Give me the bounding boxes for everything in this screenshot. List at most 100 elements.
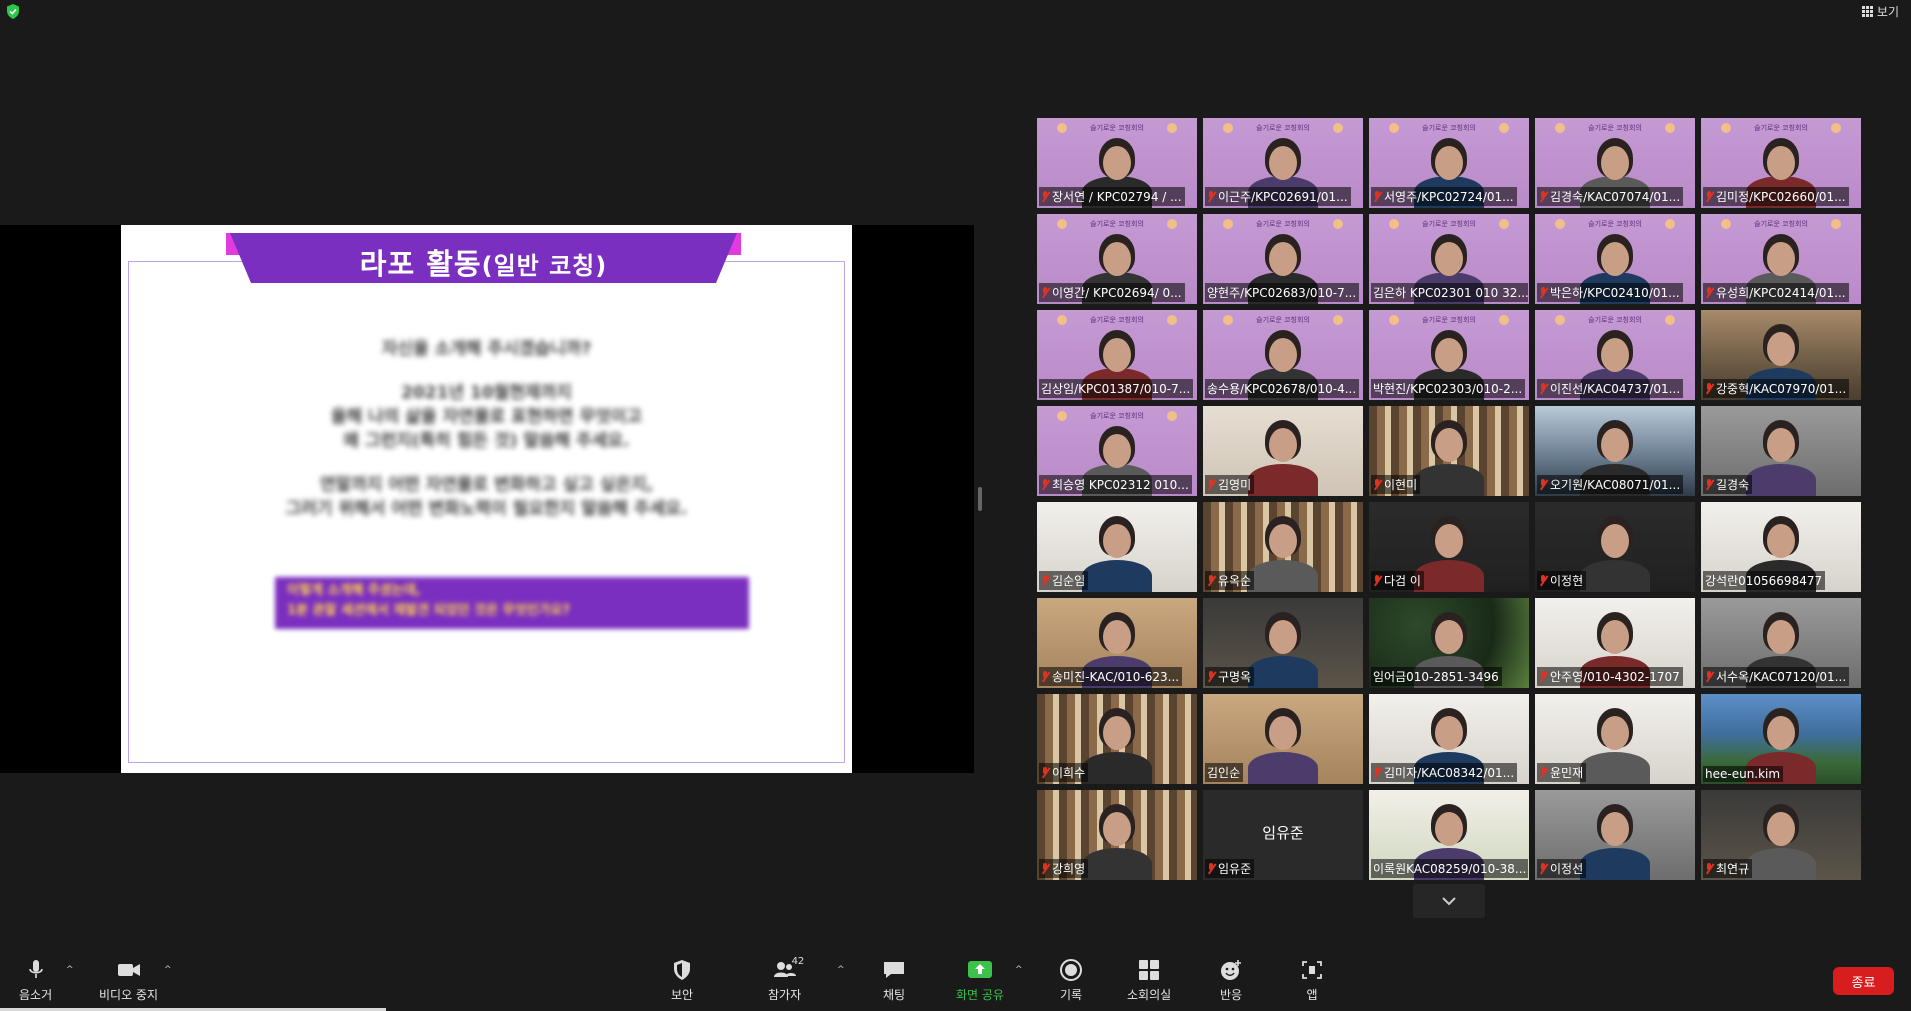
apps-button[interactable]: 앱 [1300, 959, 1324, 1003]
grid-icon [1861, 6, 1873, 17]
muted-microphone-icon [1041, 863, 1050, 874]
participant-tile[interactable]: 슬기로운 코칭회의 이진선/KAC04737/01... [1535, 310, 1695, 400]
participant-tile[interactable]: 강희영 [1037, 790, 1197, 880]
participant-tile[interactable]: 유옥순 [1203, 502, 1363, 592]
participant-tile[interactable]: 슬기로운 코칭회의 김은하 KPC02301 010 32... [1369, 214, 1529, 304]
participant-name-tag: 구명옥 [1205, 667, 1255, 686]
participant-tile[interactable]: 김인순 [1203, 694, 1363, 784]
participant-tile[interactable]: 이록원KAC08259/010-38... [1369, 790, 1529, 880]
view-button[interactable]: 보기 [1861, 3, 1899, 20]
gallery-next-page-button[interactable] [1413, 884, 1485, 918]
chat-bubble-icon [884, 962, 904, 978]
microphone-icon [28, 960, 43, 978]
participant-name-tag: 박현진/KPC02303/010-2... [1371, 379, 1526, 398]
participant-tile[interactable]: 윤민재 [1535, 694, 1695, 784]
participant-tile[interactable]: 슬기로운 코칭회의최승영 KPC02312 010... [1037, 406, 1197, 496]
participant-name-tag: 이진선/KAC04737/01... [1537, 379, 1684, 398]
end-meeting-button[interactable]: 종료 [1833, 967, 1894, 995]
participant-tile[interactable]: 이정선 [1535, 790, 1695, 880]
participant-tile[interactable]: 이현미 [1369, 406, 1529, 496]
participant-tile[interactable]: 오기원/KAC08071/01... [1535, 406, 1695, 496]
participant-name-tag: 송미진-KAC/010-623... [1039, 667, 1183, 686]
breakout-rooms-button[interactable]: 소회의실 [1127, 959, 1171, 1003]
participant-video-face [1269, 524, 1297, 558]
share-options-caret[interactable]: ^ [1015, 965, 1023, 975]
muted-microphone-icon [1373, 575, 1382, 586]
participant-video-face [1103, 524, 1131, 558]
muted-microphone-icon [1539, 767, 1548, 778]
participant-name: 김은하 KPC02301 010 32... [1373, 286, 1528, 300]
muted-microphone-icon [1705, 863, 1714, 874]
participant-tile[interactable]: 슬기로운 코칭회의 장서연 / KPC02794 / ... [1037, 118, 1197, 208]
virtual-background-banner: 슬기로운 코칭회의 [1057, 410, 1177, 422]
participant-tile[interactable]: 임유준 임유준 [1203, 790, 1363, 880]
participant-video-figure [1248, 752, 1318, 784]
participant-name: 이정선 [1550, 862, 1584, 876]
chat-button[interactable]: 채팅 [882, 959, 906, 1003]
participant-tile[interactable]: 이희수 [1037, 694, 1197, 784]
participant-tile[interactable]: 슬기로운 코칭회의 유성희/KPC02414/01... [1701, 214, 1861, 304]
share-screen-button[interactable]: 화면 공유 [956, 959, 1004, 1003]
participant-name: 김순임 [1052, 574, 1086, 588]
muted-microphone-icon [1207, 575, 1216, 586]
participant-tile[interactable]: 이정현 [1535, 502, 1695, 592]
participant-tile[interactable]: 슬기로운 코칭회의 서영주/KPC02724/01... [1369, 118, 1529, 208]
participant-tile[interactable]: 김미자/KAC08342/01... [1369, 694, 1529, 784]
participant-tile[interactable]: 슬기로운 코칭회의 박은하/KPC02410/01... [1535, 214, 1695, 304]
participant-video-face [1103, 620, 1131, 654]
participants-button[interactable]: 42 참가자 [768, 956, 804, 1003]
participant-tile[interactable]: 김영미 [1203, 406, 1363, 496]
participant-tile[interactable]: 슬기로운 코칭회의 김미정/KPC02660/01... [1701, 118, 1861, 208]
participant-tile[interactable]: 슬기로운 코칭회의 이영간/ KPC02694/ 0... [1037, 214, 1197, 304]
participant-tile[interactable]: 슬기로운 코칭회의 김경숙/KAC07074/01... [1535, 118, 1695, 208]
participant-name-tag: 유성희/KPC02414/01... [1703, 283, 1849, 302]
virtual-background-banner: 슬기로운 코칭회의 [1555, 218, 1675, 230]
participant-tile[interactable]: 슬기로운 코칭회의 김상임/KPC01387/010-7... [1037, 310, 1197, 400]
participant-name-tag: 김상임/KPC01387/010-7... [1039, 379, 1194, 398]
participant-name: 김경숙/KAC07074/01... [1550, 190, 1681, 204]
virtual-background-banner: 슬기로운 코칭회의 [1721, 122, 1841, 134]
participant-tile[interactable]: 송미진-KAC/010-623... [1037, 598, 1197, 688]
participant-tile[interactable]: 김순임 [1037, 502, 1197, 592]
participant-name: 김미자/KAC08342/01... [1384, 766, 1515, 780]
mute-button[interactable]: 음소거 [19, 959, 52, 1003]
shared-screen: 라포 활동(일반 코칭) 자신을 소개해 주시겠습니까? 2021년 10월현재… [0, 225, 974, 773]
reactions-button[interactable]: 반응 [1219, 959, 1243, 1003]
participant-name-tag: 최연규 [1703, 859, 1753, 878]
muted-microphone-icon [1539, 479, 1548, 490]
video-options-caret[interactable]: ^ [164, 965, 172, 975]
record-button[interactable]: 기록 [1059, 959, 1083, 1003]
participant-tile[interactable]: 강석란01056698477 [1701, 502, 1861, 592]
participant-name-tag: 강중혁/KAC07970/01... [1703, 379, 1850, 398]
participant-video-figure [1746, 848, 1816, 880]
participant-video-face [1767, 332, 1795, 366]
participant-name-tag: 최승영 KPC02312 010... [1039, 475, 1192, 494]
participant-tile[interactable]: 임어금010-2851-3496 [1369, 598, 1529, 688]
split-view-handle[interactable] [978, 487, 982, 511]
participant-tile[interactable]: 슬기로운 코칭회의 양현주/KPC02683/010-7... [1203, 214, 1363, 304]
participant-tile[interactable]: 슬기로운 코칭회의 박현진/KPC02303/010-2... [1369, 310, 1529, 400]
participant-name: 서영주/KPC02724/01... [1384, 190, 1514, 204]
participant-tile[interactable]: 안주영/010-4302-1707 [1535, 598, 1695, 688]
participant-name: 임유준 [1218, 862, 1252, 876]
participant-tile[interactable]: 강중혁/KAC07970/01... [1701, 310, 1861, 400]
chevron-down-icon [1442, 897, 1456, 906]
participant-tile[interactable]: hee-eun.kim [1701, 694, 1861, 784]
reactions-label: 반응 [1219, 988, 1243, 1002]
participant-tile[interactable]: 최연규 [1701, 790, 1861, 880]
participant-tile[interactable]: 서수옥/KAC07120/01... [1701, 598, 1861, 688]
audio-options-caret[interactable]: ^ [66, 965, 74, 975]
participants-options-caret[interactable]: ^ [837, 965, 845, 975]
participant-tile[interactable]: 구명옥 [1203, 598, 1363, 688]
participant-tile[interactable]: 다검 이 [1369, 502, 1529, 592]
stop-video-button[interactable]: 비디오 중지 [99, 959, 158, 1003]
participant-tile[interactable]: 슬기로운 코칭회의 송수용/KPC02678/010-4... [1203, 310, 1363, 400]
participant-tile[interactable]: 슬기로운 코칭회의 이근주/KPC02691/01... [1203, 118, 1363, 208]
participant-name: 유옥순 [1218, 574, 1252, 588]
participant-name: 안주영/010-4302-1707 [1550, 670, 1680, 684]
security-button[interactable]: 보안 [670, 959, 694, 1003]
participant-name-tag: 장서연 / KPC02794 / ... [1039, 187, 1185, 206]
participant-video-face [1435, 146, 1463, 180]
participant-tile[interactable]: 길경숙 [1701, 406, 1861, 496]
participant-name: 강석란01056698477 [1705, 574, 1823, 588]
